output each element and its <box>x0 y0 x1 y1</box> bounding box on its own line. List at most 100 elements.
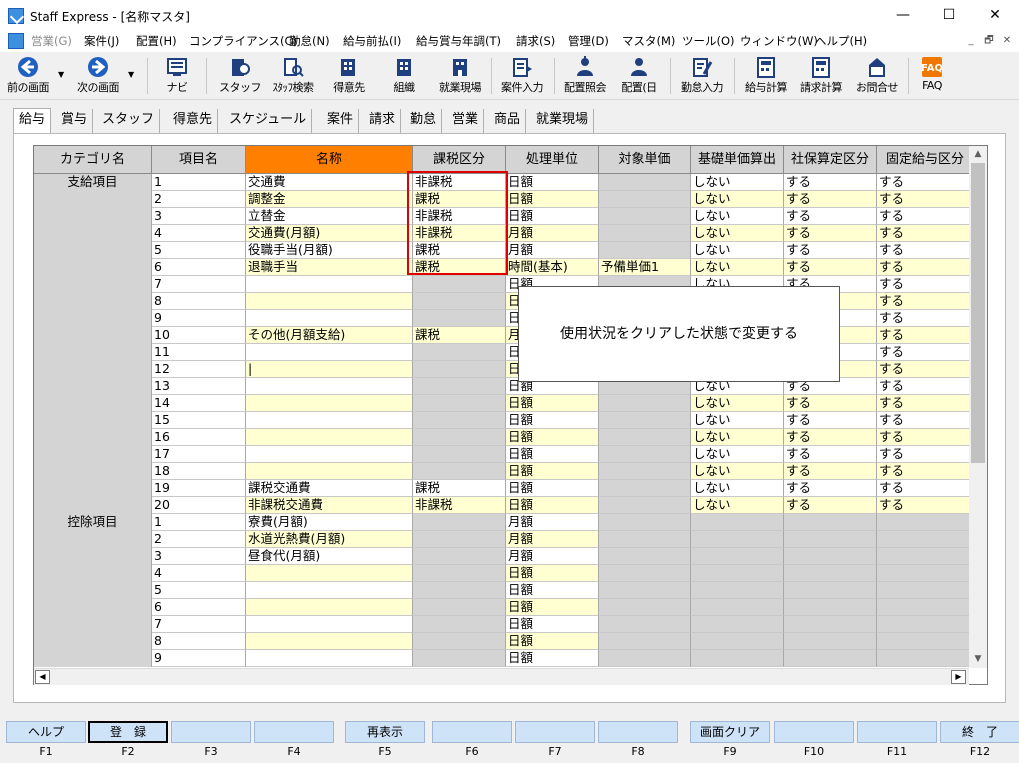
tab-product[interactable]: 商品 <box>489 109 527 133</box>
navi-button[interactable]: ナビ <box>155 54 199 98</box>
tax-category-cell[interactable] <box>413 293 506 310</box>
processing-unit-cell[interactable]: 月額 <box>506 514 599 531</box>
fixed-salary-cell[interactable] <box>877 650 974 667</box>
tax-category-cell[interactable] <box>413 599 506 616</box>
vertical-scrollbar[interactable]: ▲ ▼ <box>969 146 987 668</box>
base-price-calc-cell[interactable] <box>691 599 784 616</box>
mdi-restore-button[interactable]: 🗗 <box>980 33 998 49</box>
staff-search-button[interactable]: ｽﾀｯﾌ検索 <box>265 54 321 98</box>
target-price-cell[interactable] <box>599 412 691 429</box>
item-no-cell[interactable]: 17 <box>152 446 246 463</box>
scroll-left-icon[interactable]: ◀ <box>35 670 50 684</box>
menu-compliance[interactable]: コンプライアンス(C) <box>189 33 297 49</box>
social-insurance-cell[interactable]: する <box>784 395 877 412</box>
target-price-cell[interactable] <box>599 446 691 463</box>
target-price-cell[interactable] <box>599 208 691 225</box>
tax-category-cell[interactable] <box>413 361 506 378</box>
target-price-cell[interactable]: 予備単価1 <box>599 259 691 276</box>
target-price-cell[interactable] <box>599 565 691 582</box>
processing-unit-cell[interactable]: 日額 <box>506 463 599 480</box>
processing-unit-cell[interactable]: 月額 <box>506 548 599 565</box>
item-no-cell[interactable]: 18 <box>152 463 246 480</box>
item-no-cell[interactable]: 1 <box>152 514 246 531</box>
base-price-calc-cell[interactable]: しない <box>691 395 784 412</box>
fkey-f1-button[interactable]: ヘルプ <box>6 721 86 743</box>
base-price-calc-cell[interactable]: しない <box>691 191 784 208</box>
base-price-calc-header[interactable]: 基礎単価算出 <box>691 146 784 174</box>
base-price-calc-cell[interactable]: しない <box>691 242 784 259</box>
social-insurance-cell[interactable]: する <box>784 429 877 446</box>
item-no-cell[interactable]: 7 <box>152 276 246 293</box>
target-price-cell[interactable] <box>599 616 691 633</box>
item-no-cell[interactable]: 2 <box>152 531 246 548</box>
name-cell[interactable] <box>246 429 413 446</box>
mdi-minimize-button[interactable]: _ <box>962 33 980 49</box>
name-cell[interactable]: 課税交通費 <box>246 480 413 497</box>
fixed-salary-cell[interactable]: する <box>877 497 974 514</box>
scroll-up-icon[interactable]: ▲ <box>969 146 987 163</box>
tax-category-cell[interactable] <box>413 395 506 412</box>
fkey-f8-button[interactable] <box>598 721 678 743</box>
fkey-f12-button[interactable]: 終 了 <box>940 721 1019 743</box>
tab-staff[interactable]: スタッフ <box>97 109 161 133</box>
processing-unit-cell[interactable]: 月額 <box>506 242 599 259</box>
inquiry-button[interactable]: お問合せ <box>852 54 902 98</box>
tax-category-cell[interactable] <box>413 616 506 633</box>
tax-category-cell[interactable]: 課税 <box>413 259 506 276</box>
faq-button[interactable]: FAQ FAQ <box>914 54 950 98</box>
name-cell[interactable]: 退職手当 <box>246 259 413 276</box>
tax-category-cell[interactable]: 課税 <box>413 480 506 497</box>
menu-admin[interactable]: 管理(D) <box>568 33 609 49</box>
tax-category-cell[interactable] <box>413 344 506 361</box>
target-price-cell[interactable] <box>599 242 691 259</box>
base-price-calc-cell[interactable]: しない <box>691 480 784 497</box>
name-cell[interactable] <box>246 293 413 310</box>
item-no-cell[interactable]: 4 <box>152 565 246 582</box>
tax-category-cell[interactable]: 課税 <box>413 327 506 344</box>
fixed-salary-cell[interactable]: する <box>877 378 974 395</box>
customer-button[interactable]: 得意先 <box>327 54 371 98</box>
menu-billing[interactable]: 請求(S) <box>516 33 555 49</box>
name-cell[interactable] <box>246 276 413 293</box>
fixed-salary-cell[interactable]: する <box>877 293 974 310</box>
tab-billing[interactable]: 請求 <box>364 109 402 133</box>
name-cell[interactable] <box>246 310 413 327</box>
processing-unit-header[interactable]: 処理単位 <box>506 146 599 174</box>
fixed-salary-cell[interactable]: する <box>877 242 974 259</box>
tab-project[interactable]: 案件 <box>322 109 360 133</box>
base-price-calc-cell[interactable] <box>691 650 784 667</box>
item-no-cell[interactable]: 12 <box>152 361 246 378</box>
base-price-calc-cell[interactable] <box>691 633 784 650</box>
tax-category-cell[interactable] <box>413 531 506 548</box>
target-price-cell[interactable] <box>599 429 691 446</box>
fixed-salary-cell[interactable]: する <box>877 361 974 378</box>
target-price-cell[interactable] <box>599 225 691 242</box>
item-no-cell[interactable]: 14 <box>152 395 246 412</box>
item-no-cell[interactable]: 9 <box>152 310 246 327</box>
tax-category-cell[interactable]: 課税 <box>413 191 506 208</box>
tab-bonus[interactable]: 賞与 <box>56 109 94 133</box>
tax-category-cell[interactable] <box>413 633 506 650</box>
target-price-cell[interactable] <box>599 548 691 565</box>
fixed-salary-cell[interactable]: する <box>877 480 974 497</box>
category-header[interactable]: カテゴリ名 <box>34 146 152 174</box>
menu-master[interactable]: マスタ(M) <box>622 33 675 49</box>
name-cell[interactable]: 交通費 <box>246 174 413 191</box>
attendance-entry-button[interactable]: 勤怠入力 <box>676 54 728 98</box>
processing-unit-cell[interactable]: 日額 <box>506 395 599 412</box>
assignment-daily-button[interactable]: 配置(日 <box>616 54 662 98</box>
processing-unit-cell[interactable]: 日額 <box>506 582 599 599</box>
target-price-cell[interactable] <box>599 650 691 667</box>
target-price-header[interactable]: 対象単価 <box>599 146 691 174</box>
name-cell[interactable]: 昼食代(月額) <box>246 548 413 565</box>
fixed-salary-cell[interactable]: する <box>877 395 974 412</box>
social-insurance-cell[interactable]: する <box>784 480 877 497</box>
fkey-f10-button[interactable] <box>774 721 854 743</box>
base-price-calc-cell[interactable]: しない <box>691 429 784 446</box>
tax-category-cell[interactable] <box>413 582 506 599</box>
staff-button[interactable]: スタッフ <box>218 54 262 98</box>
tax-category-cell[interactable] <box>413 378 506 395</box>
forward-button[interactable]: 次の画面 <box>70 54 126 98</box>
menu-assignment[interactable]: 配置(H) <box>136 33 177 49</box>
menu-help[interactable]: ヘルプ(H) <box>815 33 867 49</box>
